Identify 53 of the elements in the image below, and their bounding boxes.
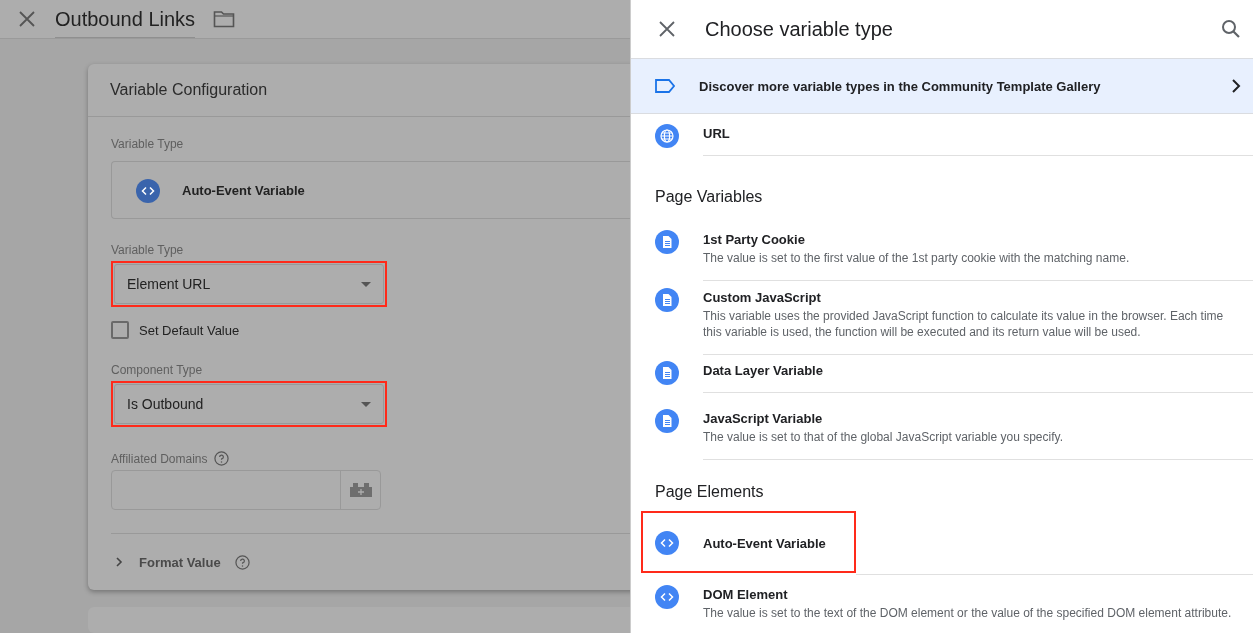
close-icon[interactable] — [17, 9, 37, 29]
section-heading: Page Variables — [654, 187, 764, 207]
checkbox-label: Set Default Value — [139, 322, 240, 338]
document-icon — [655, 230, 679, 254]
item-title: 1st Party Cookie — [703, 231, 806, 247]
item-title: Custom JavaScript — [703, 288, 822, 305]
field-label: Affiliated Domains — [111, 451, 208, 466]
brick-plus-icon — [349, 483, 372, 497]
code-icon — [655, 585, 679, 610]
variable-type-selector[interactable]: Auto-Event Variable — [111, 161, 630, 219]
variable-type-item[interactable]: Data Layer Variable — [631, 350, 1253, 399]
field-label: Variable Type — [111, 243, 184, 257]
dropdown[interactable]: Is Outbound — [114, 384, 384, 424]
item-description: The value is set to the text of the DOM element or the value of the specified DOM element attribute. — [703, 605, 1233, 622]
field-label: Component Type — [111, 363, 203, 377]
chevron-right-icon — [1231, 79, 1241, 93]
code-icon — [136, 179, 160, 203]
item-title: Data Layer Variable — [703, 361, 824, 378]
item-description: The value is set to the first value of the 1st party cookie with the matching name. — [703, 250, 1131, 266]
item-title: Auto-Event Variable — [703, 535, 826, 552]
globe-icon — [655, 124, 679, 148]
folder-icon[interactable] — [213, 10, 236, 28]
variable-type-item[interactable]: 1st Party Cookie The value is set to the first value of the 1st party cookie with the matching name. — [631, 220, 1253, 278]
item-title: JavaScript Variable — [703, 409, 824, 426]
tag-title[interactable]: Outbound Links — [55, 4, 196, 38]
template-gallery-banner[interactable]: Discover more variable types in the Community Template Gallery — [631, 58, 1253, 114]
variable-type-item[interactable]: Auto-Event Variable — [631, 514, 1253, 576]
dropdown[interactable]: Element URL — [114, 264, 384, 304]
section-heading: Page Elements — [654, 481, 765, 502]
search-icon[interactable] — [1221, 19, 1241, 39]
item-title: URL — [703, 125, 731, 141]
caret-icon — [361, 401, 371, 407]
tag-icon — [655, 79, 675, 93]
help-icon[interactable] — [234, 554, 250, 570]
document-icon — [655, 408, 679, 433]
item-title: DOM Element — [703, 586, 789, 603]
item-description: The value is set to that of the global JavaScript variable you specify. — [703, 428, 1064, 445]
format-value-toggle[interactable]: Format Value — [139, 554, 221, 570]
document-icon — [655, 287, 679, 312]
panel-title: Choose variable type — [705, 17, 894, 41]
item-description: This variable uses the provided JavaScript function to calculate its value in the browser. Each time this variable is used, the function will be executed and its return value will be used. — [703, 307, 1225, 340]
checkbox[interactable] — [111, 321, 129, 339]
variable-type-item[interactable]: DOM Element The value is set to the text of the DOM element or the value of the specified DOM element attribute. — [631, 575, 1253, 633]
input-field[interactable] — [111, 470, 381, 510]
chevron-right-icon[interactable] — [113, 556, 125, 568]
field-label: Variable Type — [111, 137, 185, 151]
close-icon[interactable] — [657, 19, 677, 39]
variable-type-item[interactable]: JavaScript Variable The value is set to that of the global JavaScript variable you specify. — [631, 398, 1253, 457]
document-icon — [655, 360, 679, 385]
caret-icon — [361, 281, 371, 287]
help-icon[interactable] — [213, 451, 229, 466]
variable-type-item[interactable]: URL — [631, 114, 1253, 162]
code-icon — [655, 530, 679, 555]
